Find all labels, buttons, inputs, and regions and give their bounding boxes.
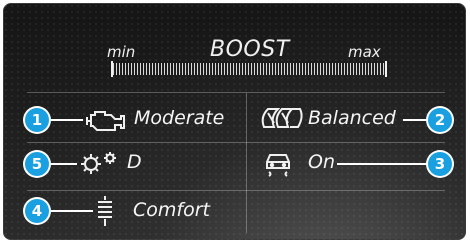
callout-badge-5: 5 xyxy=(25,152,49,176)
steering-value: Comfort xyxy=(133,199,210,221)
boost-max-label: max xyxy=(348,43,381,61)
separator-bottom xyxy=(27,190,445,191)
engine-icon xyxy=(86,111,125,131)
gauge-right-end xyxy=(385,61,387,77)
boost-title: BOOST xyxy=(210,37,290,62)
separator-vertical xyxy=(246,93,247,233)
callout-badge-4: 4 xyxy=(25,199,49,223)
separator-top xyxy=(27,92,445,93)
callout-leader-1 xyxy=(51,119,83,121)
suspension-tyres-icon xyxy=(261,108,303,128)
callout-leader-2 xyxy=(403,119,427,121)
callout-badge-2: 2 xyxy=(428,108,452,132)
traction-control-icon xyxy=(266,154,290,177)
callout-leader-3 xyxy=(337,163,427,165)
suspension-value: Balanced xyxy=(308,107,396,129)
transmission-gears-icon xyxy=(81,152,116,174)
steering-spring-icon xyxy=(98,196,112,226)
boost-gauge xyxy=(111,61,387,77)
traction-value: On xyxy=(308,151,335,173)
callout-leader-4 xyxy=(51,210,93,212)
boost-min-label: min xyxy=(107,43,136,61)
separator-middle xyxy=(27,142,445,143)
callout-leader-5 xyxy=(51,163,77,165)
boost-settings-panel: min BOOST max 1 Moderate Balanced 2 5 D … xyxy=(3,3,466,240)
gauge-fill xyxy=(113,63,385,75)
transmission-value: D xyxy=(127,151,142,173)
callout-badge-3: 3 xyxy=(428,152,452,176)
engine-value: Moderate xyxy=(134,107,225,129)
callout-badge-1: 1 xyxy=(25,108,49,132)
